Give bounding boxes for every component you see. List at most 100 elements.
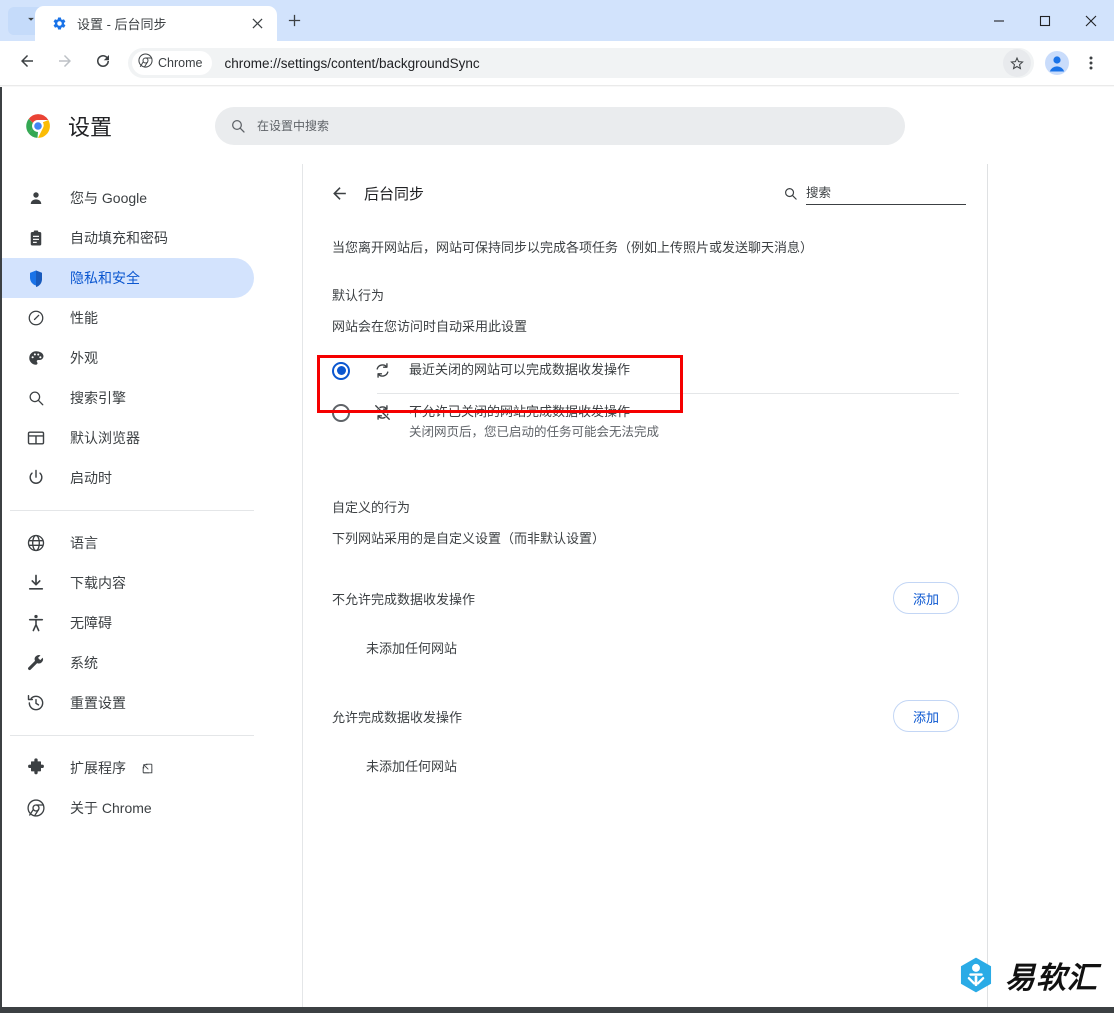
search-icon (229, 117, 247, 135)
radio-button-selected[interactable] (332, 361, 350, 380)
sidebar-item-label: 自动填充和密码 (70, 230, 168, 246)
title-bar: 设置 - 后台同步 (0, 0, 1114, 41)
default-behavior-heading: 默认行为 (332, 287, 385, 303)
sidebar-item-autofill-passwords[interactable]: 自动填充和密码 (2, 218, 254, 258)
add-site-button[interactable]: 添加 (893, 700, 959, 733)
sidebar-item-privacy-security[interactable]: 隐私和安全 (2, 258, 254, 298)
custom-behavior-heading: 自定义的行为 (332, 500, 411, 516)
reload-icon (94, 52, 112, 75)
window-left-border (0, 87, 2, 1013)
back-button[interactable] (324, 178, 354, 208)
add-site-button[interactable]: 添加 (893, 582, 959, 615)
minimize-button[interactable] (976, 0, 1022, 41)
sidebar-item-appearance[interactable]: 外观 (2, 338, 254, 378)
window-controls (976, 0, 1114, 41)
sync-off-icon (372, 403, 392, 423)
forward-button (50, 48, 80, 78)
empty-sites-note: 未添加任何网站 (366, 759, 458, 775)
permission-section-label: 不允许完成数据收发操作 (332, 591, 476, 607)
default-behavior-radio-group: 最近关闭的网站可以完成数据收发操作 不允许已关闭的网站完成数据收发操作 关闭网页… (304, 349, 987, 454)
wrench-icon (28, 655, 44, 671)
sidebar-item-extensions[interactable]: 扩展程序 (2, 748, 254, 788)
sidebar-item-label: 扩展程序 (70, 760, 126, 776)
close-button[interactable] (1068, 0, 1114, 41)
settings-page: 设置 在设置中搜索 您与 Google 自动填充和密码 隐私和安全 性能 外观 … (0, 87, 1114, 1013)
browser-window-icon (27, 431, 45, 445)
browser-toolbar: Chrome chrome://settings/content/backgro… (0, 41, 1114, 85)
sidebar-item-about-chrome[interactable]: 关于 Chrome (2, 788, 254, 828)
back-button[interactable] (12, 48, 42, 78)
chrome-origin-chip[interactable]: Chrome (132, 51, 213, 75)
url-text: chrome://settings/content/backgroundSync (224, 55, 480, 71)
settings-gear-icon (51, 16, 67, 32)
subpage-title: 后台同步 (364, 185, 425, 203)
default-behavior-subtext: 网站会在您访问时自动采用此设置 (332, 318, 528, 334)
address-bar[interactable]: Chrome chrome://settings/content/backgro… (128, 48, 1034, 78)
sidebar-item-label: 隐私和安全 (70, 270, 140, 286)
subpage-header: 后台同步 搜索 (304, 164, 987, 222)
radio-option-text: 最近关闭的网站可以完成数据收发操作 (409, 361, 630, 380)
open-external-icon (140, 761, 154, 775)
sidebar-item-label: 下载内容 (70, 575, 126, 591)
chrome-icon (138, 53, 153, 73)
sidebar-item-label: 语言 (70, 535, 98, 551)
sidebar-item-search-engine[interactable]: 搜索引擎 (2, 378, 254, 418)
history-restore-icon (27, 694, 44, 711)
radio-option-block[interactable]: 不允许已关闭的网站完成数据收发操作 关闭网页后，您已启动的任务可能会无法完成 (304, 394, 987, 454)
puzzle-icon (28, 758, 44, 775)
new-tab-button[interactable] (280, 9, 308, 37)
origin-chip-label: Chrome (158, 56, 203, 70)
browser-tab[interactable]: 设置 - 后台同步 (35, 6, 277, 41)
speedometer-icon (26, 308, 46, 328)
person-icon (26, 188, 46, 208)
permission-section-block: 不允许完成数据收发操作 添加 (332, 580, 959, 616)
sidebar-item-label: 性能 (70, 310, 98, 326)
sidebar-item-downloads[interactable]: 下载内容 (2, 563, 254, 603)
settings-header: 设置 在设置中搜索 (2, 87, 1114, 164)
sidebar-item-label: 默认浏览器 (70, 430, 140, 446)
tab-title: 设置 - 后台同步 (77, 17, 167, 32)
custom-behavior-subtext: 下列网站采用的是自定义设置（而非默认设置） (332, 531, 606, 547)
permission-section-label: 允许完成数据收发操作 (332, 709, 463, 725)
arrow-right-icon (56, 52, 74, 75)
sidebar-item-system[interactable]: 系统 (2, 643, 254, 683)
settings-search-placeholder: 在设置中搜索 (257, 119, 330, 133)
profile-avatar[interactable] (1042, 48, 1072, 78)
radio-option-sublabel: 关闭网页后，您已启动的任务可能会无法完成 (409, 425, 660, 440)
feature-description: 当您离开网站后，网站可保持同步以完成各项任务（例如上传照片或发送聊天消息） (332, 240, 814, 255)
settings-search-box[interactable]: 在设置中搜索 (215, 106, 906, 145)
download-icon (28, 574, 44, 590)
sidebar-item-label: 搜索引擎 (70, 390, 126, 406)
chrome-icon (27, 799, 45, 817)
sidebar-divider (10, 735, 254, 736)
maximize-button[interactable] (1022, 0, 1068, 41)
reload-button[interactable] (88, 48, 118, 78)
bookmark-star-icon[interactable] (1003, 49, 1031, 77)
radio-button-unselected[interactable] (332, 403, 350, 422)
sidebar-item-on-startup[interactable]: 启动时 (2, 458, 254, 498)
sidebar-item-accessibility[interactable]: 无障碍 (2, 603, 254, 643)
sidebar-item-default-browser[interactable]: 默认浏览器 (2, 418, 254, 458)
custom-behavior-section: 自定义的行为 下列网站采用的是自定义设置（而非默认设置） 不允许完成数据收发操作… (304, 497, 987, 775)
palette-icon (26, 348, 46, 368)
radio-option-allow[interactable]: 最近关闭的网站可以完成数据收发操作 (304, 349, 987, 393)
sidebar-item-label: 系统 (70, 655, 98, 671)
permission-section-block: 允许完成数据收发操作 添加 (332, 698, 959, 734)
sidebar-item-performance[interactable]: 性能 (2, 298, 254, 338)
content-search[interactable]: 搜索 (782, 182, 966, 205)
three-dot-menu-button[interactable] (1076, 48, 1106, 78)
radio-option-label: 不允许已关闭的网站完成数据收发操作 (409, 403, 631, 419)
settings-content: 后台同步 搜索 当您离开网站后，网站可保持同步以完成各项任务（例如上传照片或发送… (304, 164, 988, 1013)
shield-icon (26, 268, 46, 288)
sidebar-item-you-and-google[interactable]: 您与 Google (2, 178, 254, 218)
tab-close-button[interactable] (245, 12, 269, 36)
sidebar-item-languages[interactable]: 语言 (2, 523, 254, 563)
globe-icon (27, 534, 45, 552)
content-search-input[interactable]: 搜索 (806, 182, 966, 205)
sidebar-item-reset-settings[interactable]: 重置设置 (2, 683, 254, 723)
sidebar-item-label: 重置设置 (70, 695, 126, 711)
plus-icon (287, 13, 302, 33)
search-icon (782, 186, 798, 202)
sidebar-item-label: 启动时 (70, 470, 112, 486)
empty-sites-note: 未添加任何网站 (366, 641, 458, 657)
